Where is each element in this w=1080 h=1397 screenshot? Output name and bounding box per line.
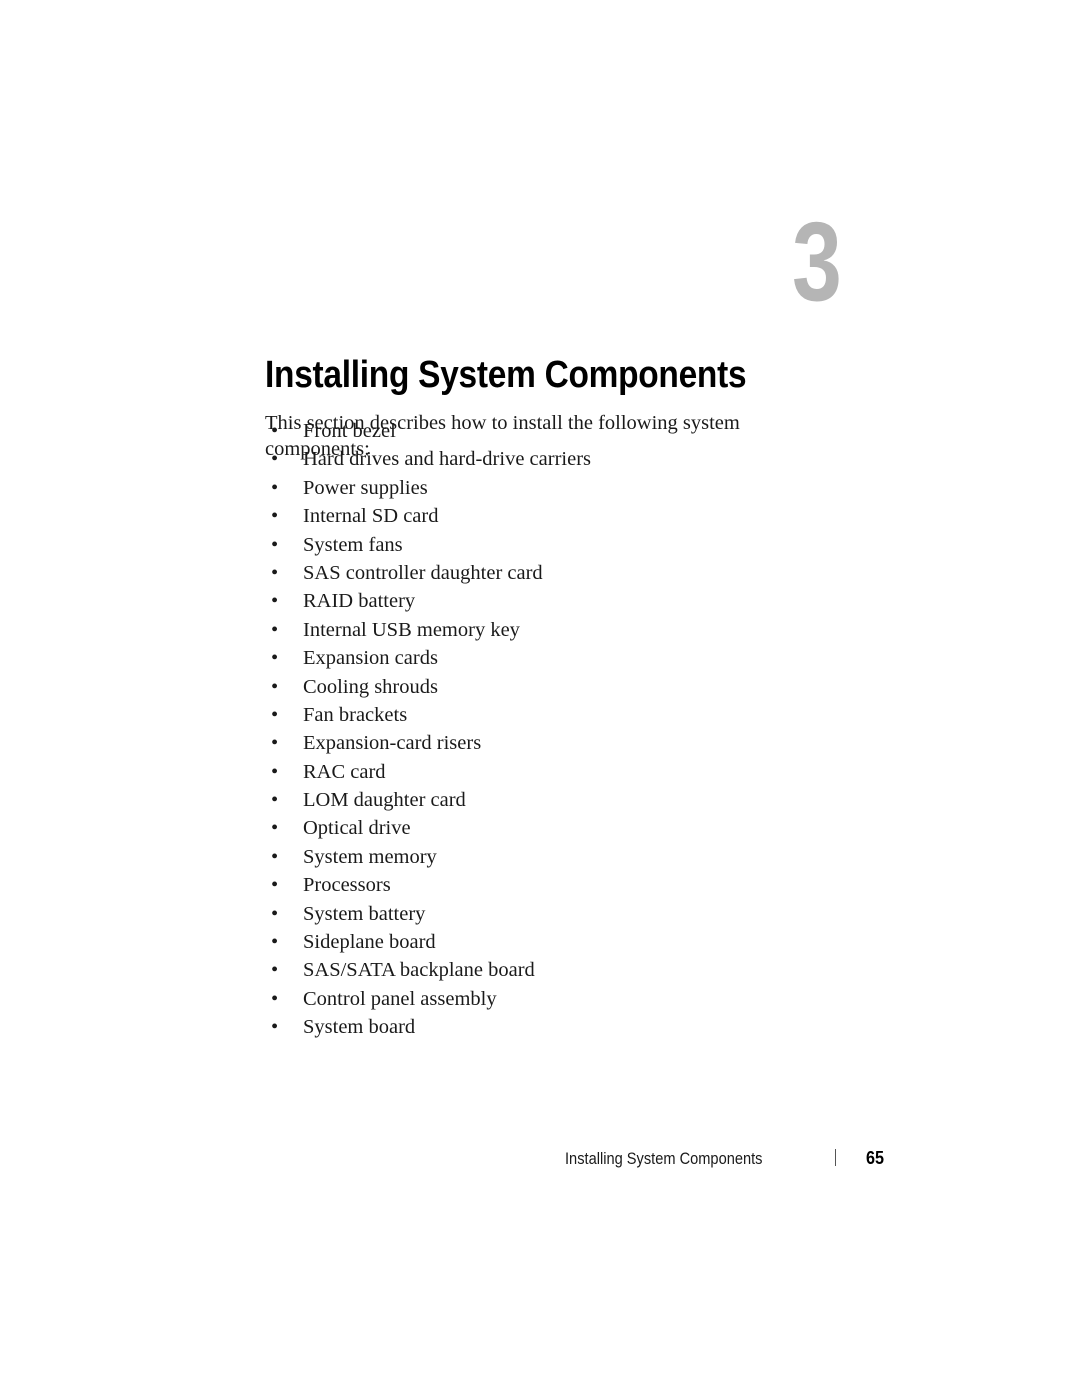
list-item-label: Power supplies (303, 476, 428, 499)
bullet-icon: • (271, 845, 279, 868)
list-item: • Control panel assembly (265, 985, 825, 1013)
list-item: • System fans (265, 531, 825, 559)
list-item-label: Optical drive (303, 817, 411, 840)
bullet-icon: • (271, 931, 279, 954)
list-item: • Processors (265, 871, 825, 899)
list-item: • Power supplies (265, 474, 825, 502)
list-item: • SAS controller daughter card (265, 559, 825, 587)
list-item: • System memory (265, 843, 825, 871)
list-item-label: SAS controller daughter card (303, 561, 543, 584)
list-item: • Sideplane board (265, 928, 825, 956)
list-item: • Front bezel (265, 417, 825, 445)
bullet-icon: • (271, 448, 279, 471)
list-item-label: System memory (303, 845, 437, 868)
chapter-number: 3 (791, 199, 842, 324)
list-item: • Cooling shrouds (265, 673, 825, 701)
bullet-icon: • (271, 760, 279, 783)
list-item: • Fan brackets (265, 701, 825, 729)
bullet-icon: • (271, 561, 279, 584)
list-item-label: Expansion-card risers (303, 732, 482, 755)
page-number: 65 (866, 1148, 885, 1168)
list-item: • System board (265, 1013, 825, 1041)
list-item-label: Fan brackets (303, 703, 408, 726)
footer-inner: Installing System Components 65 (565, 1146, 886, 1171)
list-item-label: System battery (303, 902, 426, 925)
bullet-icon: • (271, 817, 279, 840)
bullet-icon: • (271, 647, 279, 670)
footer-separator-rule (834, 1149, 837, 1166)
list-item: • Optical drive (265, 814, 825, 842)
bullet-icon: • (271, 533, 279, 556)
bullet-icon: • (271, 476, 279, 499)
bullet-icon: • (271, 590, 279, 613)
list-item-label: Expansion cards (303, 647, 438, 670)
bullet-icon: • (271, 420, 279, 442)
list-item: • Hard drives and hard-drive carriers (265, 445, 825, 473)
bullet-icon: • (271, 505, 279, 528)
list-item: • System battery (265, 900, 825, 928)
bullet-icon: • (271, 987, 279, 1010)
list-item-label: RAC card (303, 760, 386, 783)
bullet-icon: • (271, 902, 279, 925)
list-item-label: System fans (303, 533, 403, 556)
bullet-icon: • (271, 874, 279, 897)
list-item: • RAID battery (265, 587, 825, 615)
list-item-label: System board (303, 1016, 416, 1039)
bullet-icon: • (271, 703, 279, 726)
list-item: • Expansion-card risers (265, 729, 825, 757)
list-item: • Internal SD card (265, 502, 825, 530)
list-item-label: Processors (303, 874, 391, 897)
list-item-label: Sideplane board (303, 931, 436, 954)
page-title: Installing System Components (265, 354, 747, 397)
list-item-label: Cooling shrouds (303, 675, 438, 698)
list-item: • SAS/SATA backplane board (265, 956, 825, 984)
component-list: • Front bezel • Hard drives and hard-drive … (265, 417, 825, 1042)
list-item-label: SAS/SATA backplane board (303, 959, 535, 982)
bullet-icon: • (271, 732, 279, 755)
page-footer: Installing System Components 65 (0, 1146, 1080, 1176)
list-item: • Expansion cards (265, 644, 825, 672)
list-item-label: Control panel assembly (303, 987, 497, 1010)
bullet-icon: • (271, 618, 279, 641)
bullet-icon: • (271, 789, 279, 812)
list-item-label: Internal SD card (303, 505, 439, 528)
bullet-icon: • (271, 1016, 279, 1039)
list-item-label: Internal USB memory key (303, 618, 520, 641)
list-item-label: RAID battery (303, 590, 416, 613)
list-item: • RAC card (265, 758, 825, 786)
document-page: 3 Installing System Components This sect… (0, 0, 1080, 1397)
list-item-label: Hard drives and hard-drive carriers (303, 448, 592, 471)
bullet-icon: • (271, 675, 279, 698)
list-item: • Internal USB memory key (265, 616, 825, 644)
list-item-label: Front bezel (303, 420, 396, 442)
footer-running-title: Installing System Components (565, 1149, 763, 1168)
bullet-icon: • (271, 959, 279, 982)
list-item-label: LOM daughter card (303, 789, 466, 812)
list-item: • LOM daughter card (265, 786, 825, 814)
